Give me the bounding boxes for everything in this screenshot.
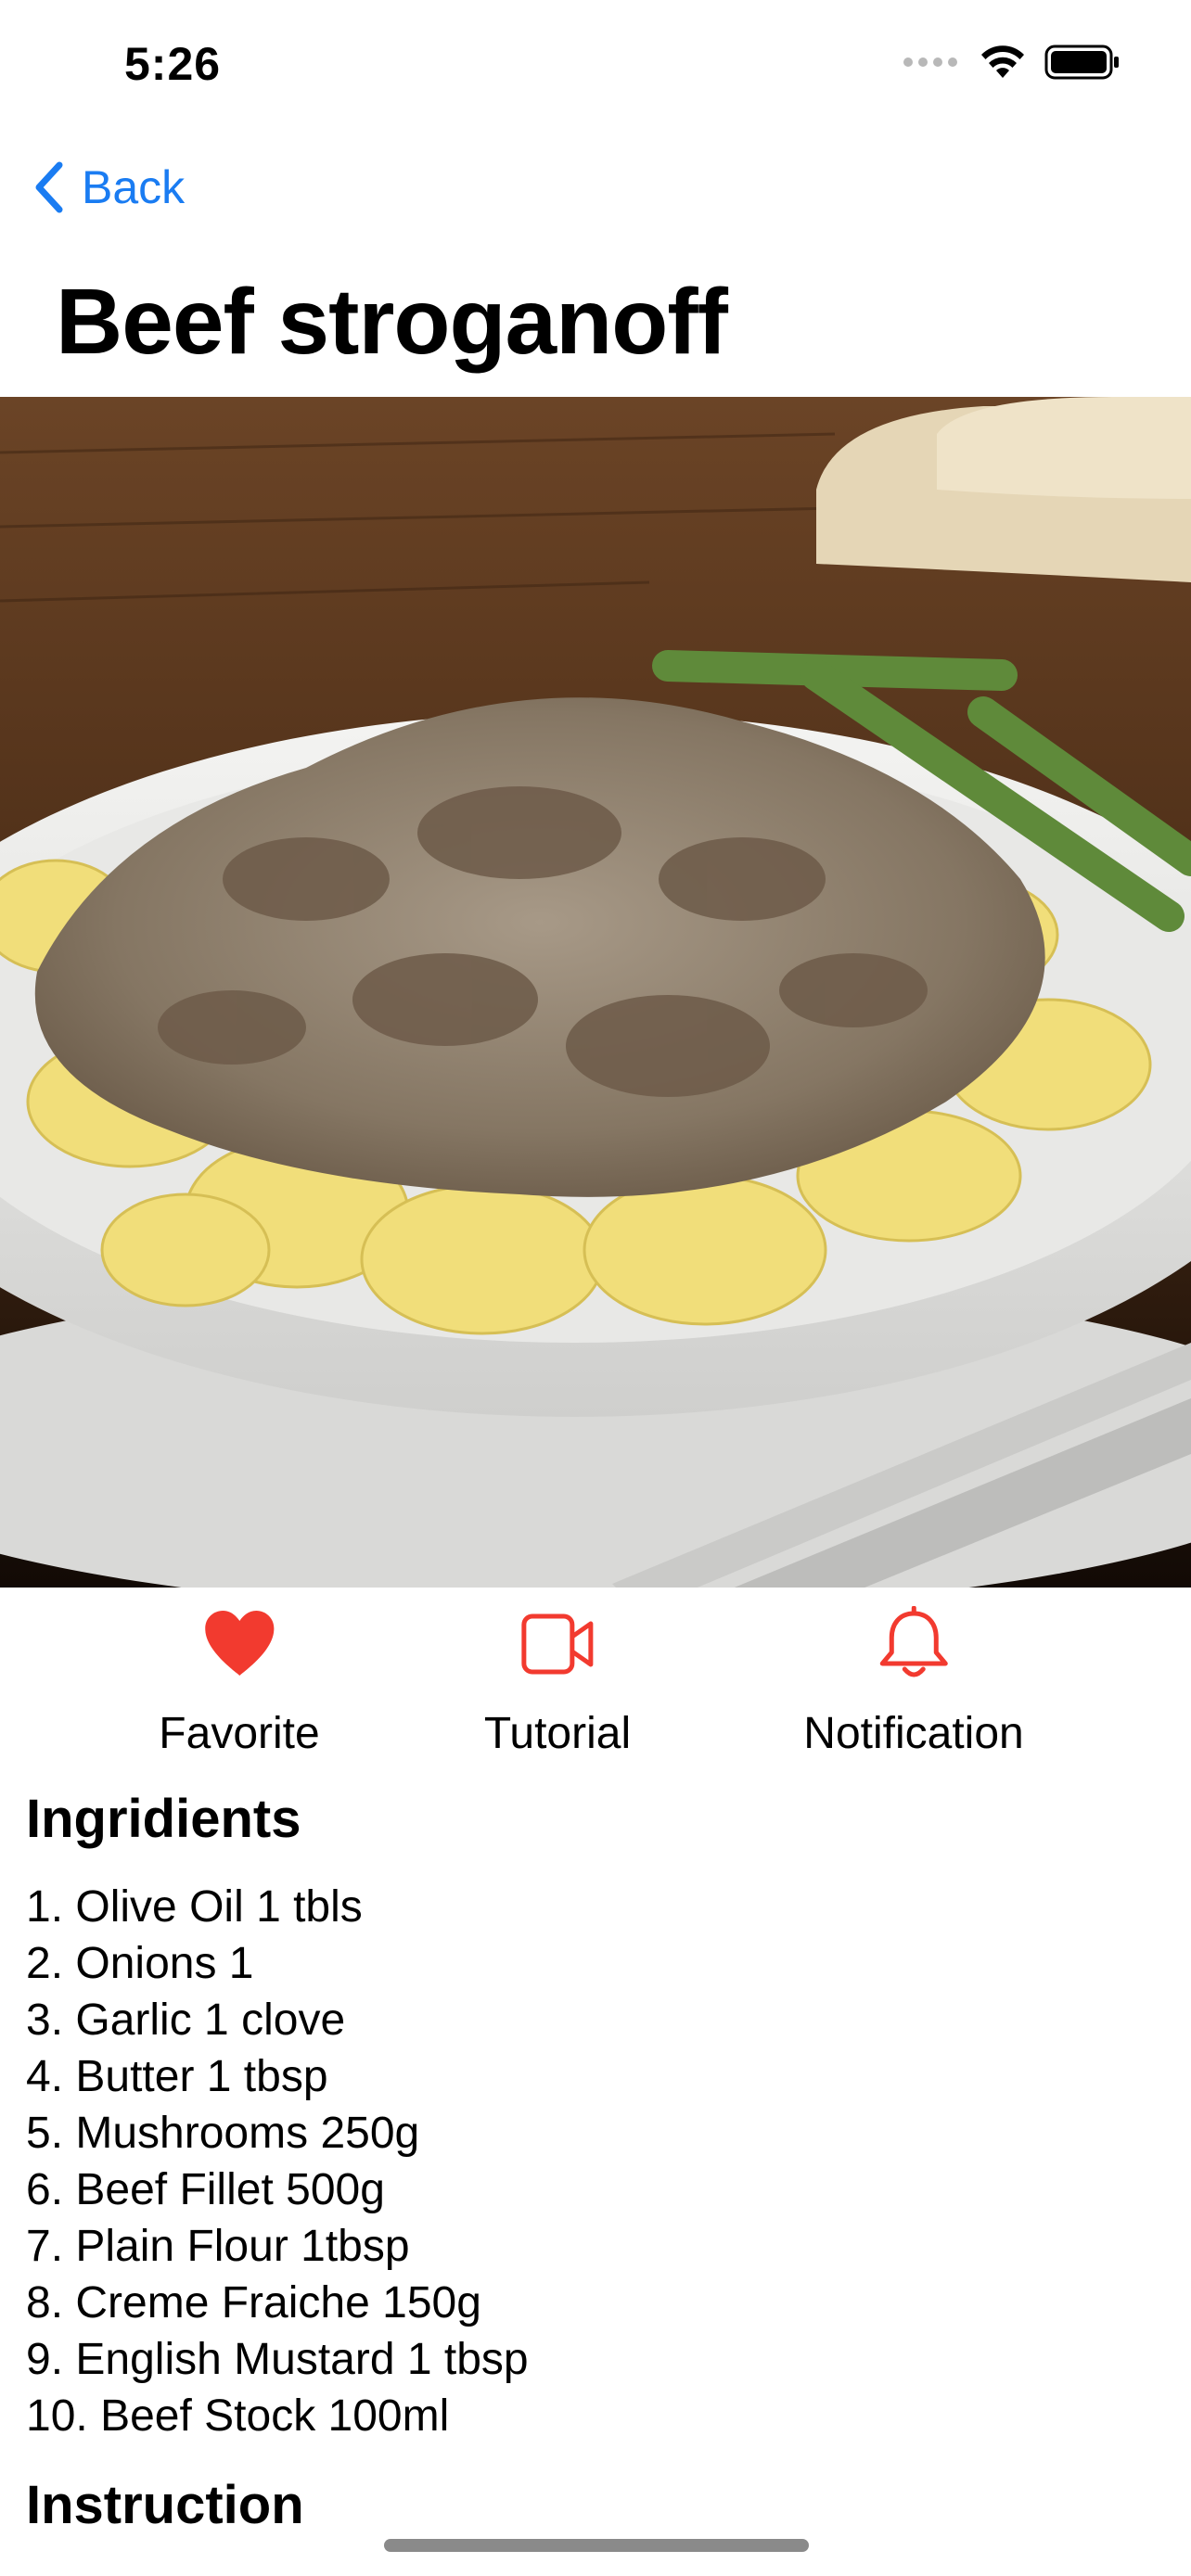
list-item: 3. Garlic 1 clove — [26, 1996, 346, 2045]
list-item: 10. Beef Stock 100ml — [26, 2391, 450, 2441]
cellular-signal-icon — [903, 57, 957, 67]
status-icons — [903, 45, 1121, 80]
home-indicator[interactable] — [384, 2539, 809, 2552]
instruction-heading: Instruction — [26, 2475, 304, 2535]
list-item: 4. Butter 1 tbsp — [26, 2052, 328, 2101]
list-item: 5. Mushrooms 250g — [26, 2109, 420, 2158]
heart-icon — [204, 1611, 275, 1676]
action-bar: Favorite Tutorial Notification — [0, 1588, 1191, 1773]
favorite-label: Favorite — [159, 1709, 320, 1758]
chevron-left-icon — [35, 161, 63, 213]
battery-icon — [1044, 45, 1119, 80]
video-camera-icon — [521, 1613, 594, 1675]
ingredients-list: 1. Olive Oil 1 tbls 2. Onions 1 3. Garli… — [26, 1879, 529, 2444]
tutorial-label: Tutorial — [483, 1709, 632, 1758]
list-item: 2. Onions 1 — [26, 1939, 254, 1988]
bell-icon — [879, 1606, 948, 1677]
notification-button[interactable]: Notification — [803, 1588, 1024, 1759]
list-item: 7. Plain Flour 1tbsp — [26, 2222, 410, 2271]
list-item: 9. English Mustard 1 tbsp — [26, 2335, 529, 2384]
favorite-button[interactable]: Favorite — [159, 1588, 320, 1759]
back-button[interactable]: Back — [32, 159, 185, 215]
list-item: 6. Beef Fillet 500g — [26, 2165, 385, 2214]
status-bar: 5:26 — [0, 0, 1191, 139]
notification-label: Notification — [803, 1709, 1024, 1758]
page-title: Beef stroganoff — [56, 270, 728, 374]
tutorial-button[interactable]: Tutorial — [484, 1588, 631, 1759]
back-label: Back — [82, 161, 186, 213]
status-time: 5:26 — [124, 38, 222, 90]
wifi-icon — [981, 45, 1024, 78]
list-item: 8. Creme Fraiche 150g — [26, 2278, 481, 2327]
ingredients-heading: Ingridients — [26, 1789, 301, 1849]
recipe-image — [0, 397, 1191, 1588]
list-item: 1. Olive Oil 1 tbls — [26, 1882, 363, 1932]
